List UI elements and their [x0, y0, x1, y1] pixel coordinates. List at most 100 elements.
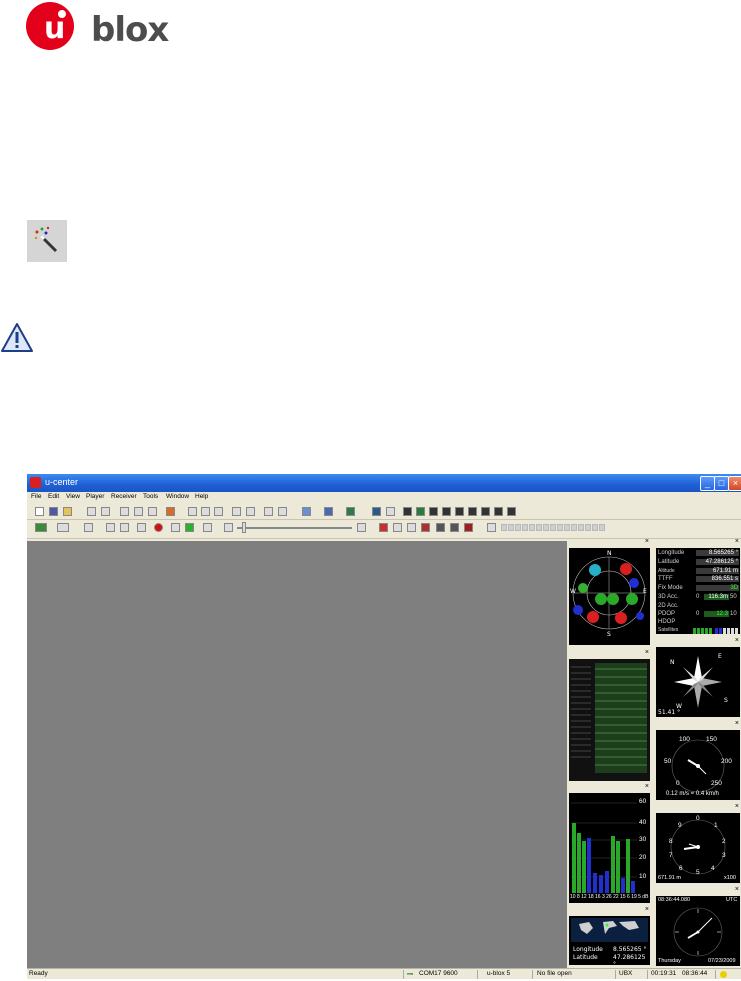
grid-icon[interactable] — [386, 507, 395, 516]
doc-view-icon-2[interactable] — [201, 507, 210, 516]
chart-icon[interactable] — [302, 507, 311, 516]
view-icon-2[interactable] — [416, 507, 425, 516]
stop-icon[interactable] — [120, 523, 129, 532]
playback-slider[interactable] — [237, 527, 352, 529]
view-icon-3[interactable] — [429, 507, 438, 516]
close-pane-icon[interactable]: × — [735, 720, 739, 727]
palette-icon[interactable] — [166, 507, 175, 516]
paste-icon[interactable] — [148, 507, 157, 516]
status-receiver: u-blox 5 — [487, 970, 511, 977]
lon-value: 8.565265 ° — [696, 550, 739, 556]
tool-icon-7[interactable] — [464, 523, 473, 532]
wizard-icon[interactable] — [84, 523, 93, 532]
alt-n8: 8 — [669, 838, 673, 845]
acc2d-label: 2D Acc. — [658, 603, 679, 609]
view-icon-5[interactable] — [455, 507, 464, 516]
signal-strength-pane: × 60 40 30 20 10 10 8 12 18 16 3 26 22 1… — [568, 783, 651, 904]
signal-y60: 60 — [639, 798, 647, 805]
acc3d-label: 3D Acc. — [658, 594, 679, 600]
tool-icon-3[interactable] — [407, 523, 416, 532]
menu-receiver[interactable]: Receiver — [111, 493, 137, 500]
doc-view-icon-3[interactable] — [214, 507, 223, 516]
record-icon[interactable] — [154, 523, 163, 532]
close-pane-icon[interactable]: × — [645, 649, 649, 656]
view-icon-4[interactable] — [442, 507, 451, 516]
minimize-button[interactable]: _ — [700, 476, 715, 491]
clock-pane: × 08:36:44.080 UTC Thursday 07/23/2009 — [655, 886, 741, 967]
connection-icon[interactable] — [35, 523, 47, 532]
pause-icon[interactable] — [137, 523, 146, 532]
close-pane-icon[interactable]: × — [735, 637, 739, 644]
save-icon[interactable] — [49, 507, 58, 516]
window-title: u-center — [45, 477, 79, 487]
menu-view[interactable]: View — [66, 493, 80, 500]
signal-y10: 10 — [639, 873, 647, 880]
open-folder-icon[interactable] — [63, 507, 72, 516]
layout-icon-3[interactable] — [264, 507, 273, 516]
speed-200: 200 — [721, 758, 732, 765]
new-file-icon[interactable] — [35, 507, 44, 516]
close-pane-icon[interactable]: × — [735, 803, 739, 810]
map-icon[interactable] — [372, 507, 381, 516]
fast-forward-icon[interactable] — [203, 523, 212, 532]
tool-icon-4[interactable] — [421, 523, 430, 532]
menu-file[interactable]: File — [31, 493, 41, 500]
maximize-button[interactable]: □ — [714, 476, 729, 491]
cut-icon[interactable] — [120, 507, 129, 516]
menu-edit[interactable]: Edit — [48, 493, 59, 500]
baudrate-icon[interactable] — [57, 523, 69, 532]
world-map-pane: × Longitude 8.565265 ° Latitude 47.28612… — [568, 906, 651, 966]
close-pane-icon[interactable]: × — [735, 538, 739, 545]
tool-icon-2[interactable] — [393, 523, 402, 532]
rewind-icon[interactable] — [224, 523, 233, 532]
status-port[interactable]: COM17 9600 — [419, 970, 458, 977]
acc3d-max: 50 — [730, 594, 737, 600]
copy-icon[interactable] — [134, 507, 143, 516]
histogram-icon[interactable] — [346, 507, 355, 516]
fixmode-value: 3D — [696, 585, 739, 591]
close-pane-icon[interactable]: × — [645, 538, 649, 545]
step-forward-icon[interactable] — [171, 523, 180, 532]
map-lon-label: Longitude — [573, 946, 603, 953]
layout-icon-2[interactable] — [246, 507, 255, 516]
graph-icon[interactable] — [324, 507, 333, 516]
sky-view-pane: × N S W E — [568, 538, 651, 646]
layout-icon-1[interactable] — [232, 507, 241, 516]
satellite-mini-bars — [693, 628, 738, 634]
view-icon-8[interactable] — [494, 507, 503, 516]
eject-icon[interactable] — [106, 523, 115, 532]
skip-end-icon[interactable] — [357, 523, 366, 532]
clock-date: 07/23/2009 — [708, 958, 736, 964]
sats-label: Satellites — [658, 627, 679, 633]
menu-window[interactable]: Window — [166, 493, 189, 500]
bicycle-icon[interactable] — [487, 523, 496, 532]
tool-icon-6[interactable] — [450, 523, 459, 532]
view-icon-7[interactable] — [481, 507, 490, 516]
print-icon[interactable] — [87, 507, 96, 516]
close-pane-icon[interactable]: × — [645, 906, 649, 913]
pdop-max: 10 — [730, 611, 737, 617]
layout-icon-4[interactable] — [278, 507, 287, 516]
signal-x-labels: 10 8 12 18 16 3 26 22 15 6 19 5 dB — [570, 894, 649, 900]
view-icon-1[interactable] — [403, 507, 412, 516]
view-icon-9[interactable] — [507, 507, 516, 516]
menu-tools[interactable]: Tools — [143, 493, 158, 500]
alt-label: Altitude — [658, 568, 675, 574]
print-preview-icon[interactable] — [101, 507, 110, 516]
alt-n7: 7 — [669, 852, 673, 859]
tool-icon-1[interactable] — [379, 523, 388, 532]
view-icon-6[interactable] — [468, 507, 477, 516]
close-pane-icon[interactable]: × — [645, 783, 649, 790]
tool-icon-5[interactable] — [436, 523, 445, 532]
slider-thumb[interactable] — [242, 522, 246, 533]
doc-view-icon-1[interactable] — [188, 507, 197, 516]
close-button[interactable]: × — [728, 476, 741, 491]
close-pane-icon[interactable]: × — [735, 886, 739, 893]
play-icon[interactable] — [185, 523, 194, 532]
speed-150: 150 — [706, 736, 717, 743]
menu-player[interactable]: Player — [86, 493, 104, 500]
message-view-pane: × — [568, 649, 651, 782]
mdi-workspace[interactable] — [27, 541, 567, 968]
menu-help[interactable]: Help — [195, 493, 208, 500]
speedometer-pane: × 100 150 50 200 0 250 0.12 m/s = 0.4 km… — [655, 720, 741, 801]
